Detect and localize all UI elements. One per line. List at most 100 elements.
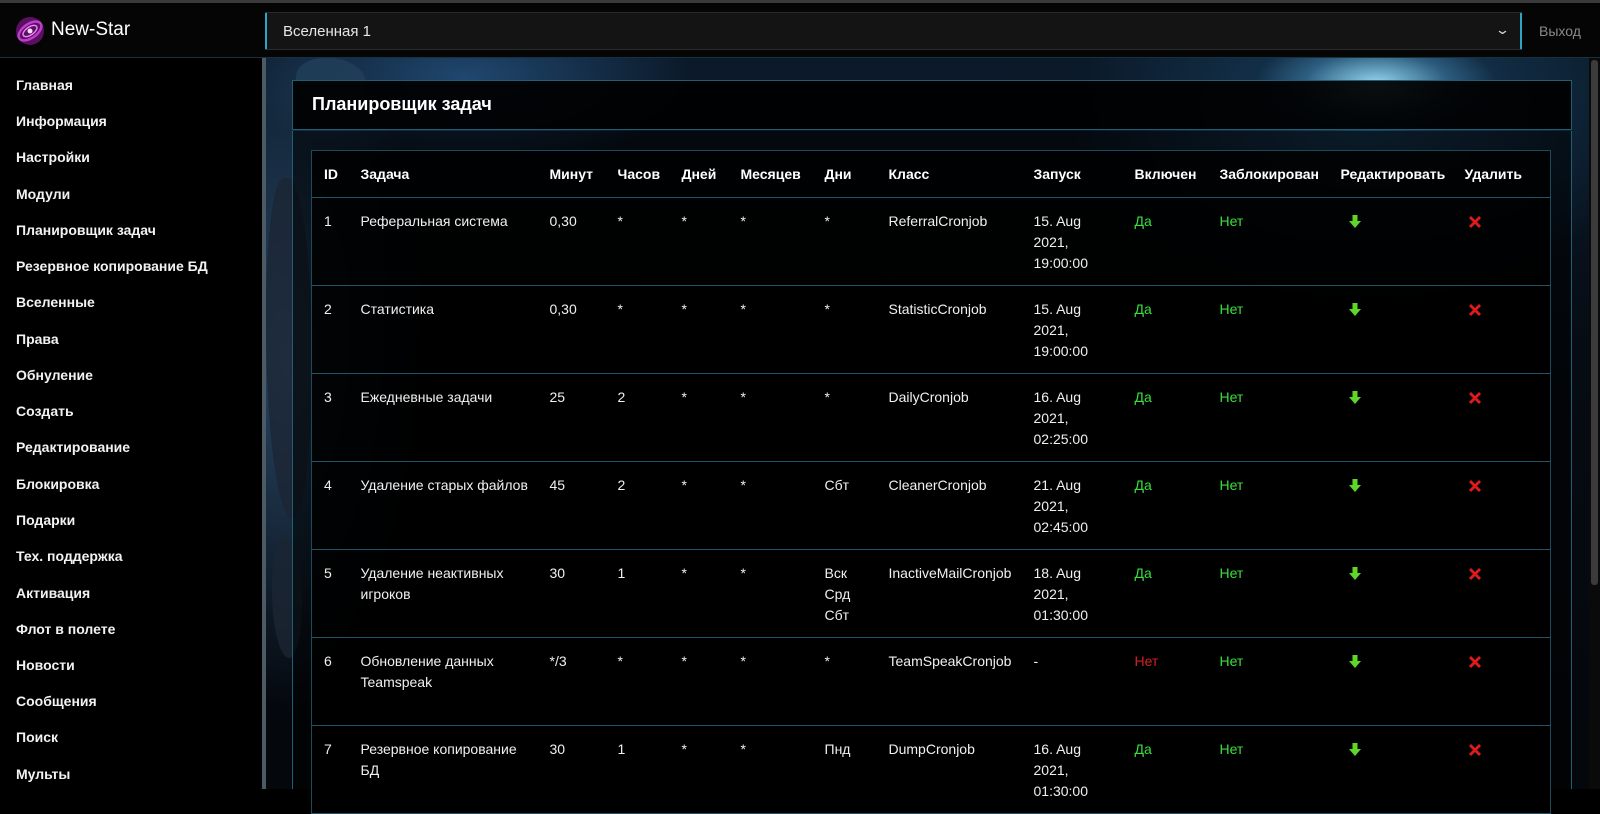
sidebar-item[interactable]: Информация xyxy=(16,113,107,129)
galaxy-logo-icon[interactable] xyxy=(14,15,46,47)
cell-day-value: * xyxy=(681,741,687,757)
sidebar-item[interactable]: Блокировка xyxy=(16,476,99,492)
cell-hour: * xyxy=(605,197,670,286)
sidebar-item[interactable]: Тех. поддержка xyxy=(16,548,123,564)
arrow-down-icon[interactable] xyxy=(1348,390,1361,411)
cell-id-value: 7 xyxy=(324,741,332,757)
sidebar-item[interactable]: Сообщения xyxy=(16,693,97,709)
logout-link[interactable]: Выход xyxy=(1539,23,1581,39)
cell-minute: 25 xyxy=(537,373,606,462)
cell-locked: Нет xyxy=(1207,197,1329,286)
sidebar-item[interactable]: Главная xyxy=(16,77,73,93)
cell-locked-value: Нет xyxy=(1219,741,1244,757)
delete-x-icon[interactable] xyxy=(1467,478,1483,500)
brand-name[interactable]: New-Star xyxy=(51,19,130,41)
universe-select[interactable]: Вселенная 1 ⌄ xyxy=(265,12,1522,50)
cell-month-value: * xyxy=(740,389,746,405)
sidebar-item[interactable]: Активация xyxy=(16,585,90,601)
cell-weekday-value: Сбт xyxy=(824,477,850,493)
table-row: 5 Удаление неактивных игроков 30 1 * * Вск Срд… xyxy=(311,549,1551,638)
sidebar-item[interactable]: Поиск xyxy=(16,729,58,745)
cell-hour-value: 2 xyxy=(617,389,626,405)
cell-minute: 30 xyxy=(537,725,606,814)
table-header-row: ID Задача Минут Часов Дней Месяцев Дни Класс Зап… xyxy=(311,150,1551,198)
cell-delete xyxy=(1452,197,1551,286)
cell-day-value: * xyxy=(681,301,687,317)
sidebar-item[interactable]: Новости xyxy=(16,657,75,673)
cell-hour: 2 xyxy=(605,461,670,550)
cell-run: 18. Aug 2021, 01:30:00 xyxy=(1021,549,1123,638)
cell-edit xyxy=(1328,637,1453,726)
cell-day-value: * xyxy=(681,389,687,405)
cell-weekday: * xyxy=(812,637,877,726)
arrow-down-icon[interactable] xyxy=(1348,302,1361,323)
sidebar-item[interactable]: Резервное копирование БД xyxy=(16,258,208,274)
column-header: Дни xyxy=(812,150,877,198)
cell-run-value: 16. Aug 2021, 02:25:00 xyxy=(1033,389,1089,447)
cell-class-value: StatisticCronjob xyxy=(888,301,987,317)
cell-enabled: Да xyxy=(1122,373,1208,462)
cell-locked: Нет xyxy=(1207,549,1329,638)
arrow-down-icon[interactable] xyxy=(1348,742,1361,763)
cell-task-value: Резервное копирование БД xyxy=(360,741,517,778)
cell-id: 4 xyxy=(311,461,349,550)
sidebar-item[interactable]: Планировщик задач xyxy=(16,222,156,238)
sidebar-item[interactable]: Флот в полете xyxy=(16,621,115,637)
cell-enabled-value: Да xyxy=(1134,301,1152,317)
delete-x-icon[interactable] xyxy=(1467,214,1483,236)
cell-class-value: InactiveMailCronjob xyxy=(888,565,1012,581)
cell-delete xyxy=(1452,461,1551,550)
cell-task: Реферальная система xyxy=(348,197,538,286)
scrollbar-thumb[interactable] xyxy=(1591,60,1598,585)
cell-delete xyxy=(1452,725,1551,814)
cell-task-value: Обновление данных Teamspeak xyxy=(360,653,494,690)
cell-task-value: Удаление старых файлов xyxy=(360,477,528,493)
chevron-down-icon: ⌄ xyxy=(1494,22,1511,37)
cell-day-value: * xyxy=(681,213,687,229)
cell-id-value: 6 xyxy=(324,653,332,669)
cell-hour-value: * xyxy=(617,653,623,669)
sidebar-item[interactable]: Настройки xyxy=(16,149,90,165)
cell-class-value: DailyCronjob xyxy=(888,389,969,405)
cell-weekday: * xyxy=(812,285,877,374)
cell-task: Ежедневные задачи xyxy=(348,373,538,462)
cell-minute-value: 0,30 xyxy=(549,213,577,229)
delete-x-icon[interactable] xyxy=(1467,742,1483,764)
cell-month: * xyxy=(728,549,813,638)
cell-task: Резервное копирование БД xyxy=(348,725,538,814)
cell-enabled-value: Да xyxy=(1134,389,1152,405)
delete-x-icon[interactable] xyxy=(1467,390,1483,412)
cell-month: * xyxy=(728,373,813,462)
sidebar-item[interactable]: Мульты xyxy=(16,766,70,782)
cell-class: StatisticCronjob xyxy=(876,285,1022,374)
cell-edit xyxy=(1328,197,1453,286)
column-header: Запуск xyxy=(1021,150,1123,198)
cell-class-value: ReferralCronjob xyxy=(888,213,988,229)
delete-x-icon[interactable] xyxy=(1467,566,1483,588)
cell-enabled-value: Да xyxy=(1134,477,1152,493)
sidebar-item[interactable]: Права xyxy=(16,331,59,347)
cell-locked: Нет xyxy=(1207,373,1329,462)
cell-run: - xyxy=(1021,637,1123,726)
delete-x-icon[interactable] xyxy=(1467,654,1483,676)
cell-run: 21. Aug 2021, 02:45:00 xyxy=(1021,461,1123,550)
cell-month: * xyxy=(728,285,813,374)
arrow-down-icon[interactable] xyxy=(1348,566,1361,587)
sidebar-item[interactable]: Подарки xyxy=(16,512,75,528)
sidebar-item[interactable]: Модули xyxy=(16,186,70,202)
cell-task-value: Ежедневные задачи xyxy=(360,389,493,405)
cell-weekday: * xyxy=(812,373,877,462)
cell-run-value: 21. Aug 2021, 02:45:00 xyxy=(1033,477,1089,535)
delete-x-icon[interactable] xyxy=(1467,302,1483,324)
cell-day: * xyxy=(669,461,729,550)
cell-weekday: Вск Срд Сбт xyxy=(812,549,877,638)
arrow-down-icon[interactable] xyxy=(1348,214,1361,235)
sidebar-item[interactable]: Редактирование xyxy=(16,439,130,455)
sidebar-item[interactable]: Вселенные xyxy=(16,294,95,310)
arrow-down-icon[interactable] xyxy=(1348,478,1361,499)
sidebar-item[interactable]: Обнуление xyxy=(16,367,93,383)
arrow-down-icon[interactable] xyxy=(1348,654,1361,675)
cell-task: Статистика xyxy=(348,285,538,374)
sidebar-item[interactable]: Создать xyxy=(16,403,74,419)
cell-weekday-value: * xyxy=(824,301,830,317)
